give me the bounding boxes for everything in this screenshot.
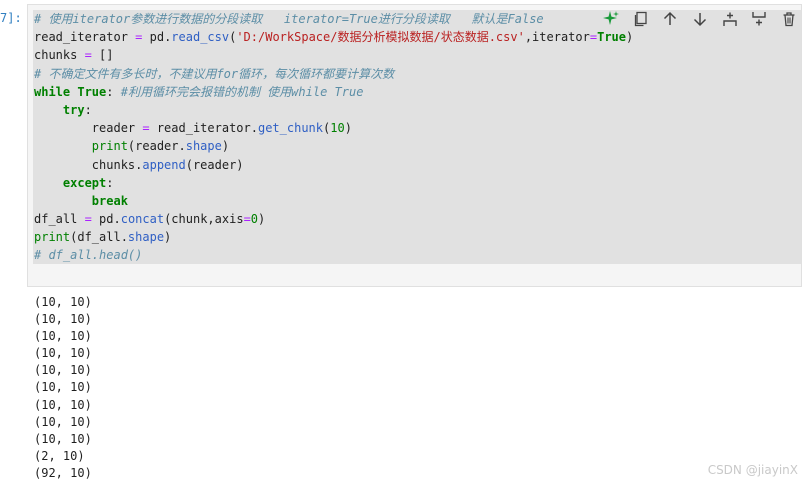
output-line: (10, 10)	[34, 363, 92, 378]
code-token: shape	[127, 230, 165, 245]
code-token: chunks.	[34, 157, 143, 172]
code-token: # 不确定文件有多长时，不建议用for循环，每次循环都要计算次数	[34, 66, 395, 81]
output-line: (92, 10)	[34, 465, 92, 480]
code-token: (reader.	[127, 139, 186, 154]
code-token: :	[106, 84, 121, 99]
code-token: 10	[330, 121, 345, 136]
insert-above-icon	[722, 12, 737, 26]
move-down-button[interactable]	[689, 9, 711, 29]
code-token: print	[91, 139, 128, 154]
code-token: df_all	[34, 212, 85, 227]
code-token: # 使用iterator参数进行数据的分段读取 iterator=True进行分…	[34, 12, 544, 26]
code-token: read_iterator	[34, 30, 136, 45]
code-line[interactable]: df_all = pd.concat(chunk,axis=0)	[34, 210, 633, 228]
code-token: =	[142, 121, 150, 136]
code-token: )	[221, 139, 230, 154]
code-token: read_iterator.	[149, 121, 258, 136]
code-token: []	[91, 48, 114, 63]
output-line: (10, 10)	[34, 346, 92, 361]
move-up-button[interactable]	[659, 9, 681, 29]
output-line: (10, 10)	[34, 295, 92, 309]
cell-prompt: 7]:	[0, 11, 22, 25]
code-token: shape	[185, 139, 222, 154]
code-token: :	[106, 175, 114, 190]
code-token: get_chunk	[257, 121, 324, 136]
code-token: =	[84, 48, 92, 63]
code-token: =	[589, 30, 598, 45]
code-line[interactable]: # 使用iterator参数进行数据的分段读取 iterator=True进行分…	[34, 10, 633, 28]
delete-cell-button[interactable]	[778, 9, 800, 29]
sparkle-icon	[603, 11, 619, 25]
insert-below-button[interactable]	[748, 9, 770, 29]
code-token: while	[34, 84, 71, 99]
code-line[interactable]: reader = read_iterator.get_chunk(10)	[34, 119, 633, 137]
code-token: pd.	[91, 212, 121, 227]
code-token: )	[258, 212, 266, 227]
code-token: 0	[250, 212, 259, 227]
code-token: concat	[120, 212, 165, 227]
trash-icon	[783, 12, 795, 27]
code-token: (reader)	[185, 157, 244, 172]
code-token: print	[34, 230, 71, 245]
output-line: (2, 10)	[34, 448, 85, 463]
arrow-up-icon	[664, 11, 677, 25]
cell-toolbar	[600, 9, 800, 29]
code-token: )	[164, 230, 172, 245]
code-line[interactable]: print(reader.shape)	[34, 137, 633, 155]
generate-button[interactable]	[600, 9, 622, 29]
output-line: (10, 10)	[34, 414, 92, 429]
watermark: CSDN @jiayinX	[707, 463, 798, 477]
code-token: (chunk,axis	[164, 212, 244, 227]
output-line: (10, 10)	[34, 329, 92, 344]
code-line[interactable]: while True: #利用循环完会报错的机制 使用while True	[34, 83, 633, 101]
code-line[interactable]: chunks.append(reader)	[34, 156, 633, 174]
code-token: # df_all.head()	[34, 248, 143, 263]
code-line[interactable]: print(df_all.shape)	[34, 228, 633, 246]
code-line[interactable]: chunks = []	[34, 46, 633, 64]
code-token: break	[91, 193, 128, 208]
code-token: read_csv	[171, 30, 230, 45]
code-token: :	[84, 102, 92, 117]
code-token: pd.	[142, 30, 172, 45]
code-line[interactable]: try:	[34, 101, 633, 119]
code-token: ,iterator	[524, 30, 590, 45]
code-editor[interactable]: # 使用iterator参数进行数据的分段读取 iterator=True进行分…	[34, 10, 633, 265]
output-line: (10, 10)	[34, 397, 92, 412]
code-token: reader	[34, 121, 143, 136]
code-line[interactable]: # 不确定文件有多长时，不建议用for循环，每次循环都要计算次数	[34, 65, 633, 83]
code-token: )	[626, 30, 634, 45]
code-token: True	[597, 30, 626, 45]
code-token: =	[243, 212, 251, 227]
code-token: )	[344, 121, 352, 136]
code-line[interactable]: break	[34, 192, 633, 210]
output-line: (10, 10)	[34, 312, 92, 327]
code-token: except	[62, 175, 107, 190]
code-line[interactable]: except:	[34, 174, 633, 192]
arrow-down-icon	[693, 13, 706, 27]
insert-below-icon	[752, 12, 766, 26]
code-token: True	[77, 84, 107, 99]
code-token: 'D:/WorkSpace/数据分析模拟数据/状态数据.csv'	[236, 30, 525, 45]
code-line[interactable]: read_iterator = pd.read_csv('D:/WorkSpac…	[34, 28, 633, 46]
code-line[interactable]: # df_all.head()	[34, 246, 633, 264]
copy-cell-button[interactable]	[630, 9, 652, 29]
output-line: (10, 10)	[34, 380, 92, 395]
insert-above-button[interactable]	[719, 9, 741, 29]
code-token: try	[62, 102, 85, 117]
code-token: append	[142, 157, 186, 172]
copy-icon	[634, 11, 647, 27]
code-token: (df_all.	[70, 230, 128, 245]
code-token: =	[84, 212, 92, 227]
output-line: (10, 10)	[34, 431, 92, 446]
code-token: #利用循环完会报错的机制 使用while True	[120, 84, 364, 99]
code-token: chunks	[34, 48, 85, 63]
cell-output: (10, 10) (10, 10) (10, 10) (10, 10) (10, 10)…	[34, 294, 92, 482]
